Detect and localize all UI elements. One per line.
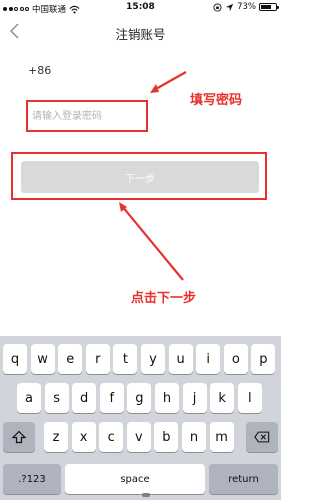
key-e[interactable]: e xyxy=(58,344,83,374)
annotation-click-next: 点击下一步 xyxy=(131,291,197,306)
country-code: +86 xyxy=(28,64,52,77)
arrow-to-password xyxy=(153,71,187,91)
space-key[interactable]: space xyxy=(65,464,205,494)
key-a[interactable]: a xyxy=(17,383,41,413)
key-u[interactable]: u xyxy=(168,344,193,374)
numbers-key[interactable]: .?123 xyxy=(3,464,61,494)
key-k[interactable]: k xyxy=(210,383,235,413)
page-title: 注销账号 xyxy=(115,27,166,42)
key-v[interactable]: v xyxy=(126,422,151,452)
key-d[interactable]: d xyxy=(72,383,97,413)
status-bar: 中国联通 15:08 73% xyxy=(0,0,281,16)
key-o[interactable]: o xyxy=(223,344,248,374)
battery-icon xyxy=(259,3,279,11)
nav-bar: 注销账号 xyxy=(0,16,281,46)
password-highlight-box xyxy=(26,100,148,132)
key-m[interactable]: m xyxy=(209,422,234,452)
status-right: 73% xyxy=(213,2,279,12)
key-j[interactable]: j xyxy=(182,383,207,413)
key-x[interactable]: x xyxy=(71,422,96,452)
key-w[interactable]: w xyxy=(30,344,55,374)
annotation-fill-password: 填写密码 xyxy=(190,93,243,108)
keyboard: qwertyuiop asdfghjkl zxcvbnm .?123 space… xyxy=(0,336,281,500)
key-c[interactable]: c xyxy=(99,422,124,452)
battery-percent: 73% xyxy=(237,2,256,12)
location-arrow-icon xyxy=(225,3,234,11)
arrow-to-next xyxy=(121,205,184,281)
key-i[interactable]: i xyxy=(196,344,221,374)
key-h[interactable]: h xyxy=(155,383,179,413)
key-n[interactable]: n xyxy=(182,422,206,452)
delete-icon xyxy=(254,431,270,443)
key-f[interactable]: f xyxy=(99,383,124,413)
arrow-head-password xyxy=(150,84,159,93)
orientation-lock-icon xyxy=(213,2,222,12)
key-q[interactable]: q xyxy=(3,344,27,374)
shift-key[interactable] xyxy=(3,422,35,452)
password-input[interactable] xyxy=(32,108,142,124)
delete-key[interactable] xyxy=(246,422,278,452)
key-r[interactable]: r xyxy=(85,344,110,374)
arrow-head-next xyxy=(119,202,127,212)
next-button[interactable]: 下一步 xyxy=(21,161,259,193)
key-z[interactable]: z xyxy=(44,422,68,452)
shift-icon xyxy=(11,430,27,444)
battery-fill xyxy=(261,5,272,9)
key-y[interactable]: y xyxy=(141,344,165,374)
key-p[interactable]: p xyxy=(251,344,276,374)
key-s[interactable]: s xyxy=(44,383,69,413)
key-g[interactable]: g xyxy=(127,383,152,413)
key-l[interactable]: l xyxy=(237,383,262,413)
home-indicator xyxy=(142,493,150,497)
return-key[interactable]: return xyxy=(209,464,278,494)
key-b[interactable]: b xyxy=(154,422,179,452)
key-t[interactable]: t xyxy=(113,344,138,374)
